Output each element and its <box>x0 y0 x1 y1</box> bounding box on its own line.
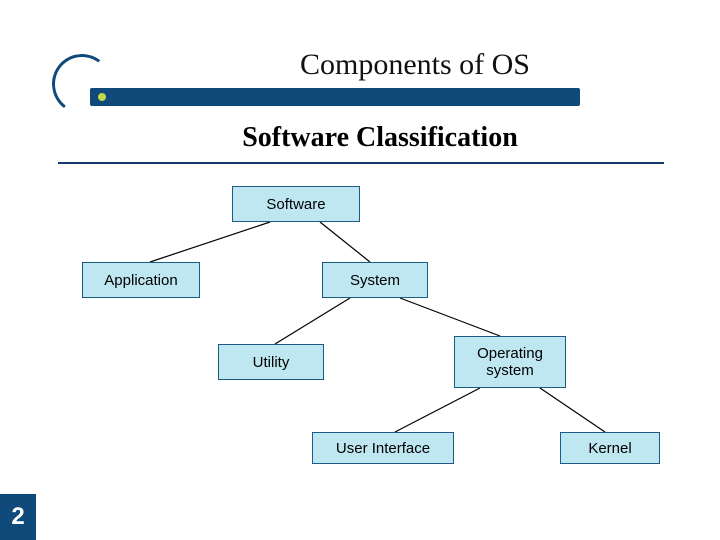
slide-title: Components of OS <box>60 48 660 82</box>
node-application: Application <box>82 262 200 298</box>
page-number: 2 <box>0 494 36 540</box>
subtitle-underline <box>58 162 664 164</box>
node-user-interface: User Interface <box>312 432 454 464</box>
node-operating-system: Operating system <box>454 336 566 388</box>
node-kernel: Kernel <box>560 432 660 464</box>
node-software: Software <box>232 186 360 222</box>
slide-subtitle: Software Classification <box>0 122 720 154</box>
node-utility: Utility <box>218 344 324 380</box>
node-system: System <box>322 262 428 298</box>
